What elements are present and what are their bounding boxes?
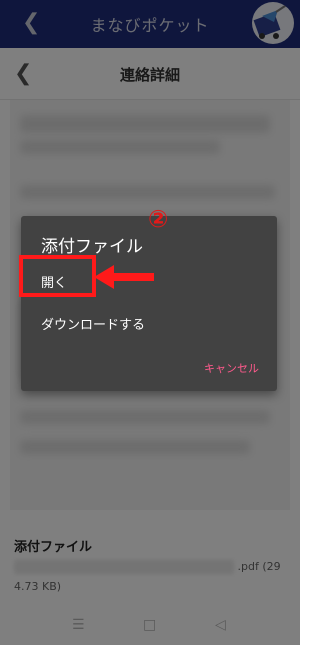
download-option[interactable]: ダウンロードする [41, 314, 145, 333]
cancel-button[interactable]: キャンセル [204, 360, 259, 376]
highlight-box [19, 255, 96, 297]
attachment-dialog: 添付ファイル 開く ダウンロードする キャンセル [21, 216, 277, 391]
dialog-title: 添付ファイル [41, 237, 143, 257]
step-marker: ② [148, 205, 169, 233]
pointer-arrow-icon [94, 265, 154, 289]
